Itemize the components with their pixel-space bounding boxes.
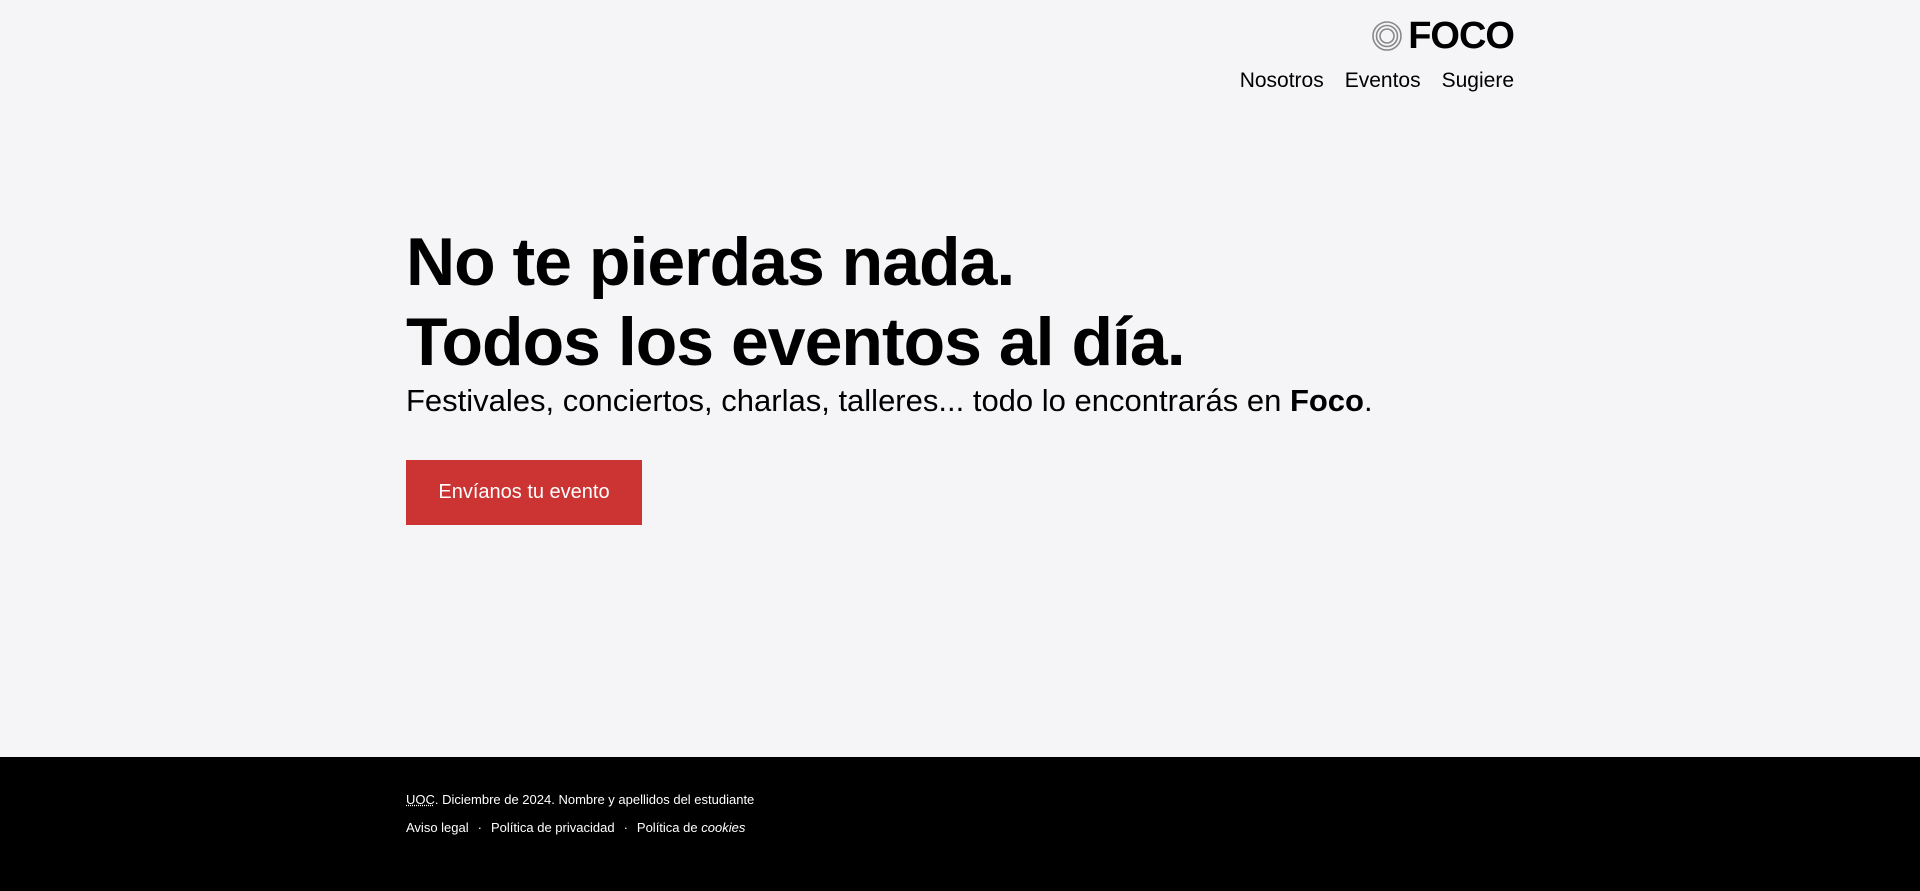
nav-item-eventos[interactable]: Eventos <box>1345 68 1421 94</box>
hero-subtitle-suffix: . <box>1364 383 1373 418</box>
footer-link-legal[interactable]: Aviso legal <box>406 820 469 836</box>
hero-subtitle-brand: Foco <box>1289 383 1364 418</box>
hero-title: No te pierdas nada. Todos los eventos al… <box>406 222 1516 382</box>
footer-separator: · <box>623 820 628 835</box>
nav-item-nosotros[interactable]: Nosotros <box>1240 68 1324 94</box>
footer-link-cookies[interactable]: Política de cookies <box>637 820 745 836</box>
logo-text: FOCO <box>1408 15 1515 57</box>
footer-links: Aviso legal · Política de privacidad · P… <box>406 820 745 836</box>
nav-item-sugiere[interactable]: Sugiere <box>1442 68 1514 94</box>
footer-org: UOC <box>406 792 435 807</box>
hero-subtitle: Festivales, conciertos, charlas, tallere… <box>406 380 1516 422</box>
footer-link-privacy[interactable]: Política de privacidad <box>491 820 615 836</box>
main-nav: Nosotros Eventos Sugiere <box>1240 68 1514 94</box>
footer-credit: UOC. Diciembre de 2024. Nombre y apellid… <box>406 792 754 808</box>
site-footer: UOC. Diciembre de 2024. Nombre y apellid… <box>0 757 1920 891</box>
footer-link-cookies-prefix: Política de <box>636 820 702 835</box>
footer-credit-text: . Diciembre de 2024. Nombre y apellidos … <box>434 792 755 807</box>
hero-subtitle-text: Festivales, conciertos, charlas, tallere… <box>406 383 1290 418</box>
logo-link[interactable]: FOCO <box>1372 15 1515 57</box>
hero-section: No te pierdas nada. Todos los eventos al… <box>406 222 1516 525</box>
send-event-button[interactable]: Envíanos tu evento <box>406 460 642 525</box>
footer-separator: · <box>477 820 482 835</box>
hero-title-line2: Todos los eventos al día. <box>406 304 1186 380</box>
site-header: FOCO Nosotros Eventos Sugiere <box>0 15 1920 98</box>
concentric-circles-icon <box>1372 21 1403 51</box>
hero-title-line1: No te pierdas nada. <box>406 224 1015 300</box>
footer-link-cookies-emph: cookies <box>701 820 746 835</box>
